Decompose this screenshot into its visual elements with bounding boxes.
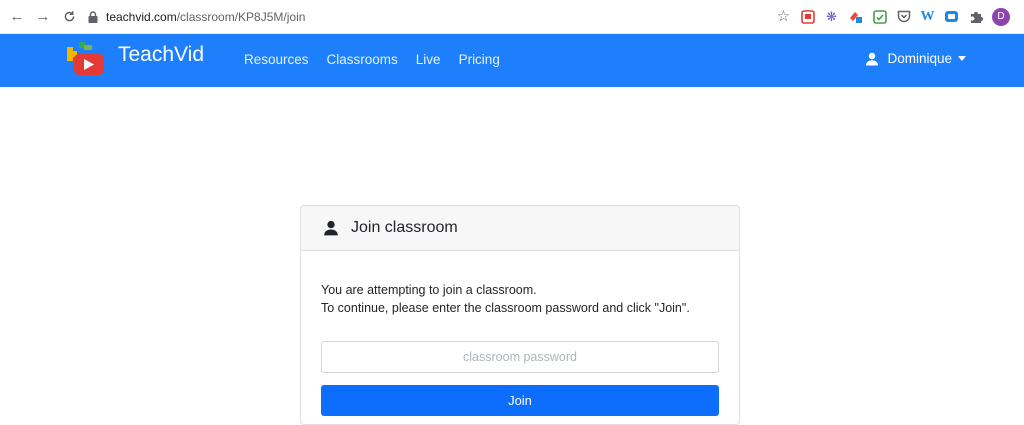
brand-name: TeachVid	[118, 43, 205, 66]
forward-icon[interactable]: →	[32, 6, 54, 28]
classroom-password-input[interactable]	[321, 341, 719, 373]
extension-icon[interactable]	[872, 9, 887, 24]
pocket-icon[interactable]	[896, 9, 911, 24]
card-body: You are attempting to join a classroom. …	[301, 251, 739, 416]
reload-icon[interactable]	[58, 6, 80, 28]
card-title: Join classroom	[351, 219, 458, 236]
brand[interactable]: TeachVid	[64, 40, 204, 76]
user-name: Dominique	[887, 51, 952, 66]
extension-icon[interactable]: ❋	[824, 9, 839, 24]
app-navbar: TeachVid Resources Classrooms Live Prici…	[0, 34, 1024, 87]
user-icon	[865, 52, 879, 66]
extension-icon[interactable]	[848, 9, 863, 24]
nav-link-pricing[interactable]: Pricing	[459, 52, 500, 67]
main-nav: Resources Classrooms Live Pricing	[244, 52, 518, 67]
user-icon	[323, 220, 339, 236]
star-icon[interactable]: ☆	[776, 9, 791, 24]
browser-toolbar: ← → teachvid.com/classroom/KP8J5M/join ☆…	[0, 0, 1024, 34]
back-icon[interactable]: ←	[6, 6, 28, 28]
extension-icon[interactable]	[800, 9, 815, 24]
extension-icon[interactable]: W	[920, 9, 935, 24]
join-classroom-card: Join classroom You are attempting to joi…	[300, 205, 740, 425]
join-message-line2: To continue, please enter the classroom …	[321, 301, 690, 315]
nav-link-resources[interactable]: Resources	[244, 52, 309, 67]
user-menu[interactable]: Dominique	[865, 51, 966, 66]
nav-link-classrooms[interactable]: Classrooms	[327, 52, 398, 67]
url-text: teachvid.com/classroom/KP8J5M/join	[106, 9, 306, 24]
lock-icon	[86, 10, 100, 24]
address-bar[interactable]: teachvid.com/classroom/KP8J5M/join	[86, 4, 305, 30]
join-button[interactable]: Join	[321, 385, 719, 416]
join-message-line1: You are attempting to join a classroom.	[321, 283, 537, 297]
puzzle-icon[interactable]	[968, 9, 983, 24]
card-header: Join classroom	[301, 206, 739, 251]
chevron-down-icon	[958, 56, 966, 61]
profile-avatar[interactable]: D	[992, 7, 1010, 26]
extension-icon[interactable]	[944, 9, 959, 24]
nav-link-live[interactable]: Live	[416, 52, 441, 67]
teachvid-logo	[64, 40, 108, 76]
